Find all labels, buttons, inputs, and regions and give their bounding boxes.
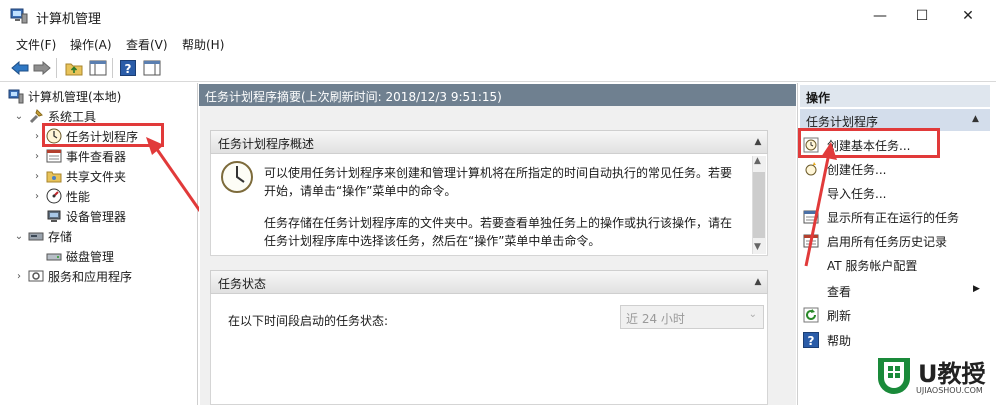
tree-label: 存储 <box>48 229 73 244</box>
scroll-up-icon[interactable]: ▲ <box>754 156 761 166</box>
collapse-up-icon[interactable]: ▲ <box>750 134 766 150</box>
chevron-right-icon[interactable]: › <box>32 191 42 202</box>
overview-text-line-4: 任务计划程序库中选择该任务，然后在“操作”菜单中单击命令。 <box>264 234 601 248</box>
action-label: 启用所有任务历史记录 <box>827 234 948 249</box>
chevron-down-icon[interactable]: ⌄ <box>14 111 24 122</box>
action-help[interactable]: ? 帮助 <box>803 328 993 352</box>
watermark-domain: UJIAOSHOU.COM <box>916 386 983 395</box>
annotation-arrow <box>804 142 837 267</box>
svg-text:?: ? <box>808 334 815 348</box>
summary-header: 任务计划程序摘要(上次刷新时间: 2018/12/3 9:51:15) <box>199 84 796 106</box>
tools-icon <box>29 109 43 124</box>
overview-text-line-2: 开始，请单击“操作”菜单中的命令。 <box>264 184 457 198</box>
tree-item-storage[interactable]: ⌄ 存储 <box>14 226 72 246</box>
title-bar <box>0 0 996 32</box>
tree-item-computer-management[interactable]: 计算机管理(本地) <box>8 86 121 106</box>
chevron-right-icon[interactable]: › <box>32 131 42 142</box>
watermark-logo-icon <box>878 358 910 394</box>
tree-label: 计算机管理(本地) <box>28 89 122 104</box>
services-icon <box>28 270 44 282</box>
chevron-down-icon[interactable]: ⌄ <box>14 231 24 242</box>
show-hide-action-pane-icon[interactable] <box>142 58 162 78</box>
scroll-down-icon[interactable]: ▼ <box>754 242 761 252</box>
overview-section-header[interactable]: 任务计划程序概述 <box>210 130 768 154</box>
back-arrow-icon[interactable] <box>10 58 30 78</box>
help-icon: ? <box>803 332 819 348</box>
help-icon[interactable]: ? <box>118 58 138 78</box>
action-view[interactable]: 查看 <box>803 279 993 303</box>
action-label: 查看 <box>827 284 852 299</box>
tree-item-device-manager[interactable]: 设备管理器 <box>32 206 126 226</box>
overview-text-line-3: 任务存储在任务计划程序库的文件夹中。若要查看单独任务上的操作或执行该操作，请在 <box>264 216 733 230</box>
watermark-brand: U教授 <box>918 360 986 388</box>
watermark: U教授 UJIAOSHOU.COM <box>868 350 996 405</box>
computer-management-icon <box>10 8 28 24</box>
collapse-up-icon[interactable]: ▲ <box>972 114 979 124</box>
tree-item-disk-management[interactable]: 磁盘管理 <box>32 246 114 266</box>
tree-item-services-applications[interactable]: › 服务和应用程序 <box>14 266 132 286</box>
chevron-right-icon[interactable]: › <box>32 171 42 182</box>
action-label: AT 服务帐户配置 <box>827 258 918 273</box>
disk-icon <box>46 253 62 261</box>
tree-label: 共享文件夹 <box>66 169 127 184</box>
performance-icon <box>46 188 62 204</box>
tree-item-event-viewer[interactable]: › 事件查看器 <box>32 146 126 166</box>
chevron-right-icon[interactable]: › <box>32 151 42 162</box>
maximize-button[interactable]: ☐ <box>899 0 945 32</box>
action-label: 帮助 <box>827 333 852 348</box>
select-value: 近 24 小时 <box>626 312 685 326</box>
tree-label: 事件查看器 <box>66 149 127 164</box>
event-viewer-icon <box>46 149 62 163</box>
window-title: 计算机管理 <box>36 12 102 27</box>
clock-icon <box>221 161 253 193</box>
tree-label: 性能 <box>66 189 91 204</box>
overview-text-line-1: 可以使用任务计划程序来创建和管理计算机将在所指定的时间自动执行的常见任务。若要 <box>264 166 733 180</box>
close-button[interactable]: ✕ <box>945 0 991 32</box>
refresh-icon <box>803 307 819 323</box>
tree-label: 系统工具 <box>48 109 97 124</box>
section-title: 任务计划程序概述 <box>218 137 315 151</box>
action-refresh[interactable]: 刷新 <box>803 303 993 327</box>
tree-label: 设备管理器 <box>66 209 127 224</box>
collapse-up-icon[interactable]: ▲ <box>750 274 766 290</box>
svg-text:?: ? <box>125 62 132 76</box>
up-folder-icon[interactable] <box>64 58 84 78</box>
device-manager-icon <box>47 210 61 222</box>
menu-view[interactable]: 查看(V) <box>126 36 168 53</box>
shared-folder-icon <box>46 171 62 183</box>
action-label: 刷新 <box>827 308 852 323</box>
toolbar-separator <box>112 58 113 78</box>
annotation-arrow <box>146 137 202 212</box>
tree-item-performance[interactable]: › 性能 <box>32 186 90 206</box>
minimize-button[interactable]: — <box>857 0 903 32</box>
tree-item-shared-folders[interactable]: › 共享文件夹 <box>32 166 126 186</box>
status-period-label: 在以下时间段启动的任务状态: <box>228 314 389 328</box>
submenu-arrow-icon: ▶ <box>973 284 980 294</box>
actions-title: 操作 <box>800 85 990 107</box>
menu-action[interactable]: 操作(A) <box>70 36 112 53</box>
scrollbar-thumb[interactable] <box>753 172 765 238</box>
blank-icon <box>803 283 819 299</box>
menu-file[interactable]: 文件(F) <box>16 36 56 53</box>
section-title: 任务状态 <box>218 277 267 291</box>
chevron-right-icon[interactable]: › <box>14 271 24 282</box>
action-label: 显示所有正在运行的任务 <box>827 210 960 225</box>
tree-label: 磁盘管理 <box>66 249 115 264</box>
show-hide-tree-icon[interactable] <box>88 58 108 78</box>
status-section-header[interactable]: 任务状态 <box>210 270 768 294</box>
chevron-down-icon: ⌄ <box>748 309 757 320</box>
forward-arrow-icon[interactable] <box>32 58 52 78</box>
tree-label: 服务和应用程序 <box>48 269 133 284</box>
computer-management-icon <box>8 89 24 104</box>
toolbar-separator <box>56 58 57 78</box>
storage-icon <box>28 232 44 241</box>
status-period-select[interactable]: 近 24 小时 ⌄ <box>620 305 764 329</box>
menu-help[interactable]: 帮助(H) <box>182 36 224 53</box>
